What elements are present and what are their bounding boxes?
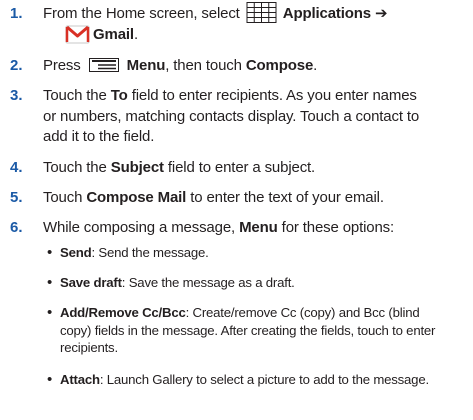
applications-grid-icon (246, 1, 277, 23)
gmail-icon (65, 25, 90, 44)
step-number: 5. (10, 189, 23, 206)
step-number: 2. (10, 57, 23, 74)
step-text: Touch the To field to enter recipients. … (43, 87, 420, 145)
bullet: • (47, 371, 53, 388)
step-number: 6. (10, 219, 23, 236)
bullet: • (47, 244, 53, 261)
step-text: Touch the Subject field to enter a subje… (43, 159, 316, 176)
step-number: 1. (10, 5, 23, 22)
menu-key-icon (88, 57, 119, 72)
bullet: • (47, 304, 53, 321)
step-text: From the Home screen, select Application… (43, 1, 473, 45)
bullet: • (47, 274, 53, 291)
step-number: 4. (10, 159, 23, 176)
step-text: Touch Compose Mail to enter the text of … (43, 189, 384, 206)
instructions-page: 1. From the Home screen, select Applicat… (0, 0, 473, 420)
step-text: While composing a message, Menu for thes… (43, 219, 395, 236)
step-text: Press Menu, then touch Compose. (43, 57, 318, 74)
step-number: 3. (10, 87, 23, 104)
